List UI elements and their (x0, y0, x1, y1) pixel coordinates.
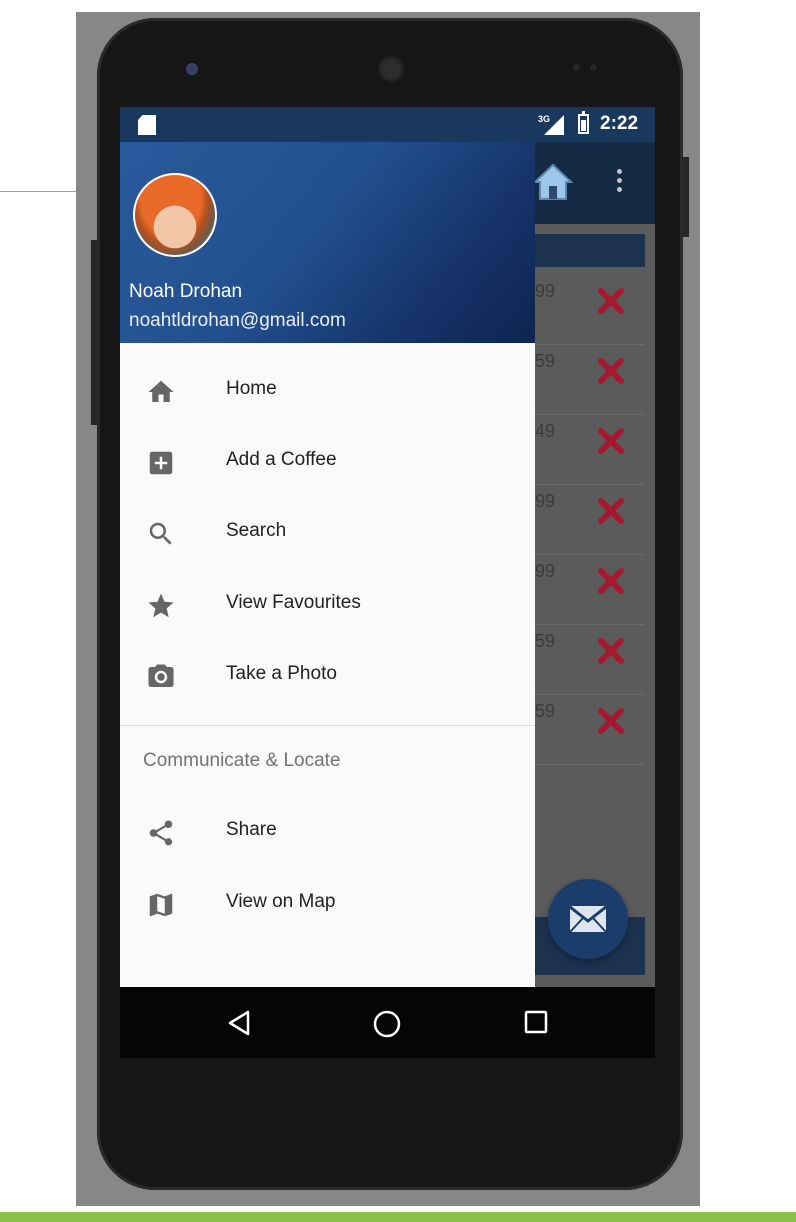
list-item[interactable]: 49 (535, 415, 645, 485)
drawer-item-label: Home (226, 378, 277, 399)
light-sensor (590, 64, 597, 71)
sd-card-icon (138, 115, 156, 135)
navigation-drawer: Noah Drohan noahtldrohan@gmail.com Home … (120, 142, 535, 987)
drawer-item-share[interactable]: Share (120, 797, 535, 867)
drawer-item-take-photo[interactable]: Take a Photo (120, 641, 535, 711)
close-icon[interactable] (597, 707, 625, 735)
item-price: 59 (535, 351, 556, 371)
volume-button (91, 240, 97, 425)
home-icon[interactable] (532, 162, 574, 202)
circle-home-icon[interactable] (372, 1009, 402, 1039)
drawer-item-label: Take a Photo (226, 663, 337, 684)
item-price: 59 (535, 701, 556, 721)
item-price: 99 (535, 281, 556, 301)
close-icon[interactable] (597, 357, 625, 385)
drawer-section-title: Communicate & Locate (143, 750, 341, 771)
list-item[interactable]: 99 (535, 485, 645, 555)
list-header-bar (535, 234, 645, 267)
signal-icon: 3G (538, 114, 564, 135)
system-nav-bar (120, 987, 655, 1058)
item-price: 99 (535, 561, 556, 581)
drawer-divider (120, 725, 535, 726)
drawer-item-label: Share (226, 819, 277, 840)
user-email: noahtldrohan@gmail.com (129, 310, 346, 331)
list-item[interactable]: 59 (535, 695, 645, 765)
phone-screen: 3G 2:22 99 59 49 99 99 59 59 Noah Drohan… (120, 107, 655, 1058)
network-type: 3G (538, 114, 550, 124)
front-camera (186, 63, 198, 75)
close-icon[interactable] (597, 637, 625, 665)
drawer-item-label: View Favourites (226, 592, 361, 613)
item-price: 99 (535, 491, 556, 511)
drawer-item-home[interactable]: Home (120, 356, 535, 426)
battery-icon (578, 111, 589, 134)
overflow-menu-icon[interactable] (617, 169, 622, 196)
accent-bar (0, 1212, 796, 1222)
star-icon (148, 593, 174, 618)
close-icon[interactable] (597, 427, 625, 455)
drawer-item-label: Search (226, 520, 287, 541)
avatar[interactable] (133, 173, 217, 257)
recents-icon[interactable] (523, 1009, 549, 1035)
camera-icon (148, 664, 174, 687)
drawer-item-favourites[interactable]: View Favourites (120, 570, 535, 640)
list-item[interactable]: 59 (535, 625, 645, 695)
drawer-item-search[interactable]: Search (120, 498, 535, 568)
email-fab-button[interactable] (548, 879, 628, 959)
mail-icon (569, 905, 607, 933)
drawer-item-label: View on Map (226, 891, 336, 912)
drawer-item-add-coffee[interactable]: Add a Coffee (120, 427, 535, 497)
home-icon (148, 380, 174, 402)
proximity-sensor (573, 64, 580, 71)
search-icon (149, 522, 172, 545)
map-icon (149, 893, 173, 917)
list-item[interactable]: 99 (535, 555, 645, 625)
add-box-icon (149, 451, 173, 475)
item-price: 49 (535, 421, 556, 441)
item-price: 59 (535, 631, 556, 651)
close-icon[interactable] (597, 567, 625, 595)
drawer-header: Noah Drohan noahtldrohan@gmail.com (120, 142, 535, 343)
back-icon[interactable] (226, 1009, 252, 1037)
user-name: Noah Drohan (129, 281, 243, 302)
status-time: 2:22 (600, 113, 639, 134)
status-bar: 3G 2:22 (120, 107, 655, 142)
list-item[interactable]: 59 (535, 345, 645, 415)
background-divider-line (0, 191, 80, 192)
share-icon (149, 820, 173, 846)
drawer-item-label: Add a Coffee (226, 449, 337, 470)
close-icon[interactable] (597, 287, 625, 315)
close-icon[interactable] (597, 497, 625, 525)
power-button (683, 157, 689, 237)
drawer-item-view-on-map[interactable]: View on Map (120, 869, 535, 939)
earpiece-speaker (377, 55, 405, 83)
list-item[interactable]: 99 (535, 275, 645, 345)
